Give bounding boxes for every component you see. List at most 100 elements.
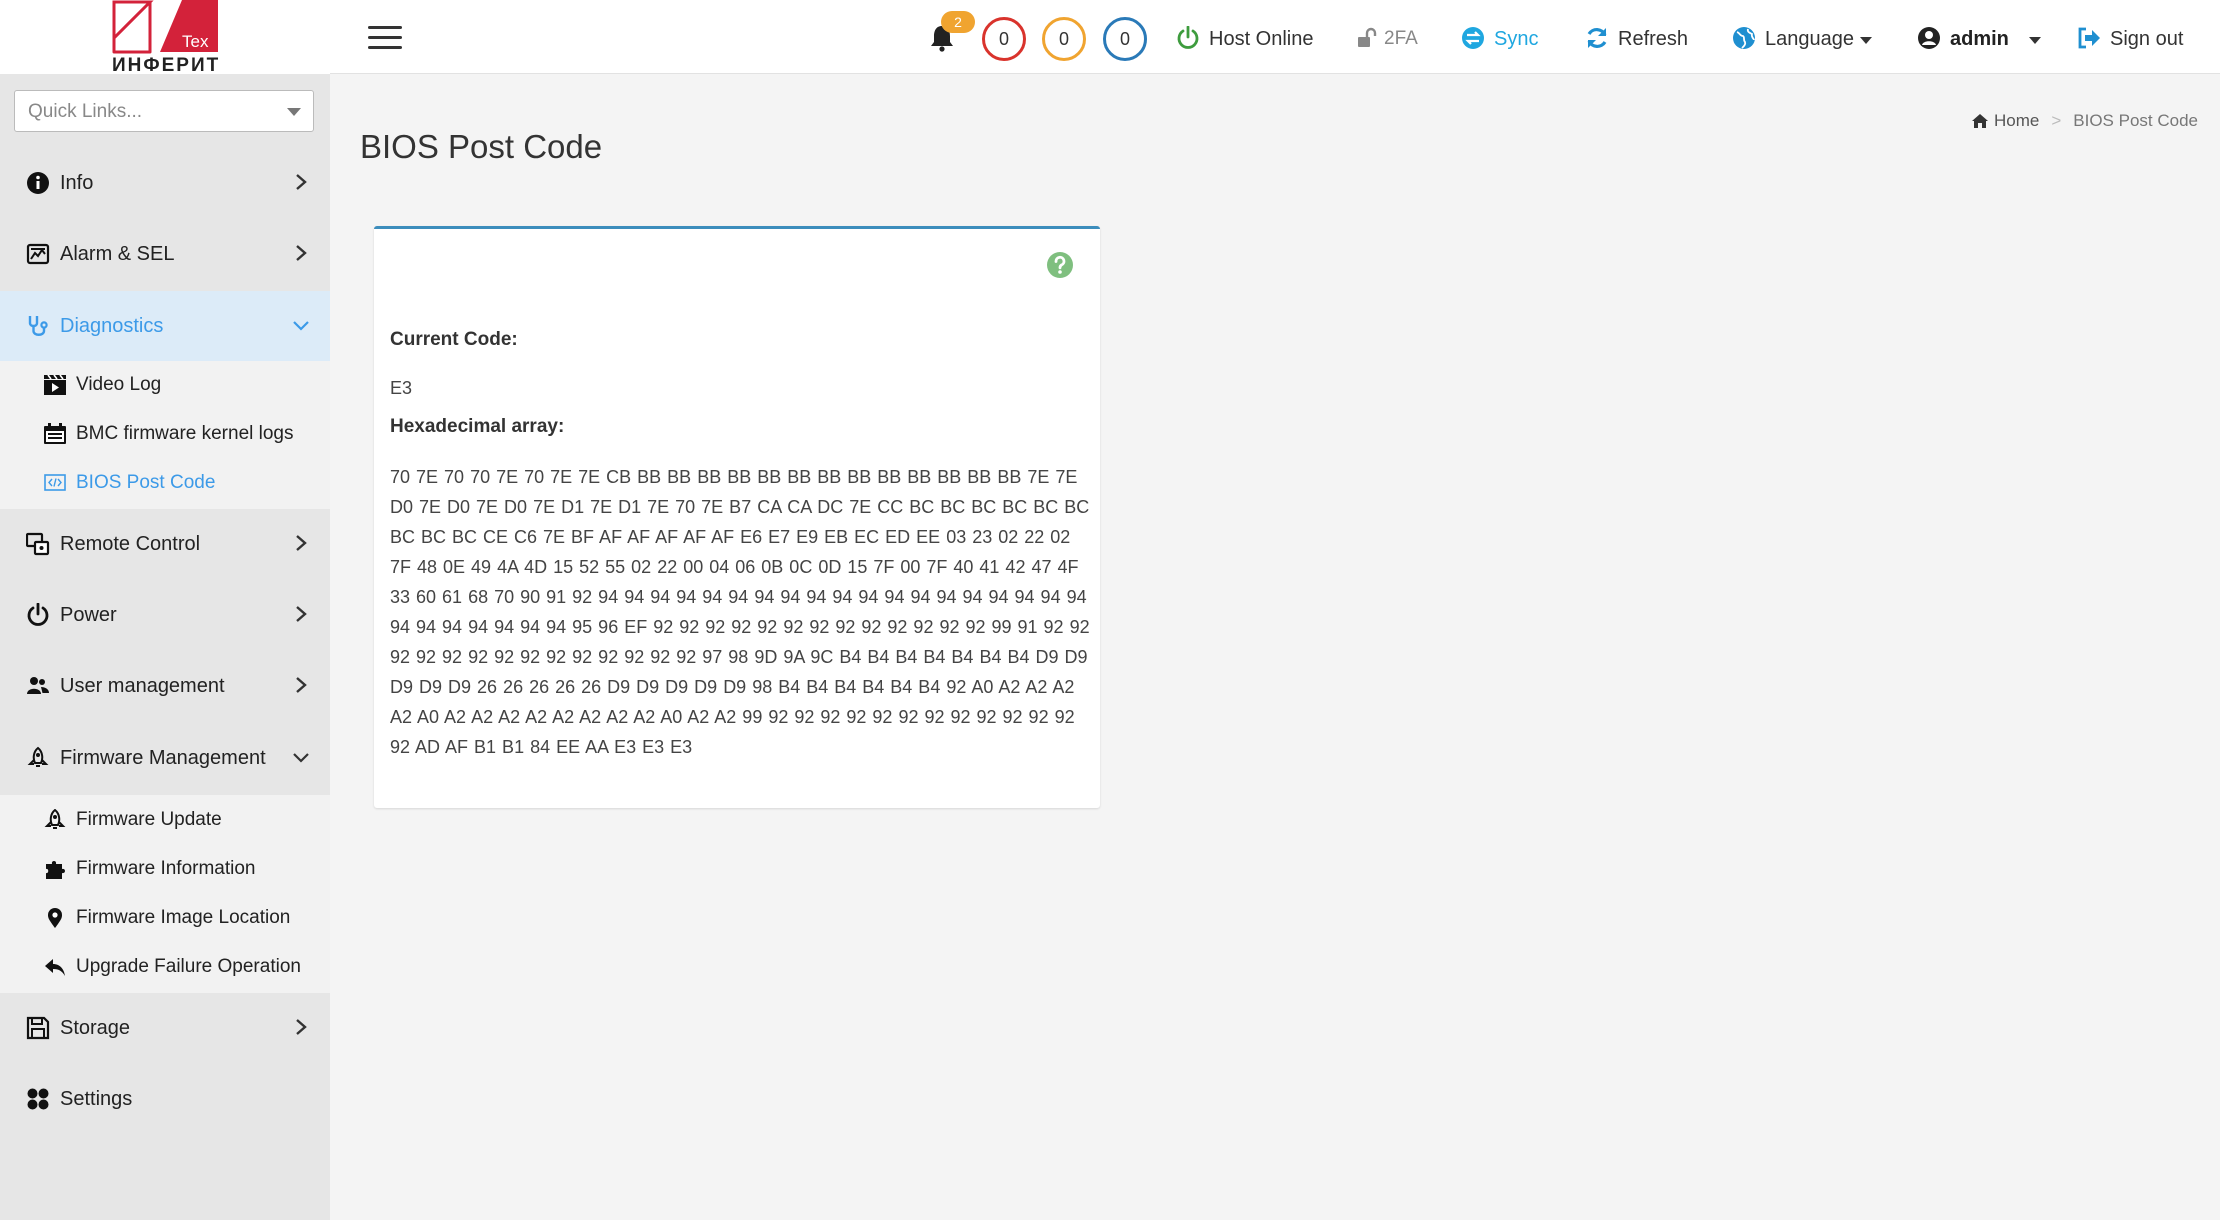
sidebar-item-firmware-management[interactable]: Firmware Management [0,723,330,793]
sidebar-item-video-log[interactable]: Video Log [0,361,330,409]
rocket-icon [44,809,66,829]
sidebar-item-label: Video Log [76,374,162,395]
rocket-icon [27,746,49,767]
refresh-label: Refresh [1618,28,1689,50]
breadcrumb-current: BIOS Post Code [2073,111,2198,130]
sidebar-item-label: Info [60,172,94,194]
home-icon [1971,114,1988,128]
user-name: admin [1950,28,2009,50]
user-circle-icon [1918,27,1940,49]
sidebar-item-remote-control[interactable]: Remote Control [0,509,330,579]
hamburger-icon [368,26,402,29]
menu-toggle-button[interactable] [368,26,402,50]
power-icon [27,603,49,626]
power-icon [1177,26,1199,49]
sync-icon [1462,27,1484,49]
quick-links-placeholder: Quick Links... [28,101,143,122]
caret-down-icon [2029,37,2041,44]
sidebar-item-label: User management [60,675,225,697]
chevron-right-icon [296,245,307,261]
sign-out-label: Sign out [2110,28,2184,50]
sidebar-item-settings[interactable]: Settings [0,1064,330,1134]
sidebar-item-label: Diagnostics [60,315,164,337]
sidebar-item-alarm-sel[interactable]: Alarm & SEL [0,219,330,289]
sidebar-item-user-management[interactable]: User management [0,651,330,721]
help-icon[interactable] [1046,251,1074,279]
host-status-text: Host Online [1209,28,1314,50]
sidebar-item-label: BMC firmware kernel logs [76,423,294,444]
notification-badge: 2 [941,11,975,33]
puzzle-icon [46,861,65,879]
brand-logo-icon: Tex [112,0,218,54]
warning-events-counter[interactable]: 0 [1042,17,1086,61]
chevron-down-icon [293,321,309,331]
sidebar-item-label: Storage [60,1017,131,1039]
breadcrumb: Home > BIOS Post Code [1971,111,2198,131]
video-clapper-icon [44,374,66,395]
sidebar: Tex ИНФЕРИТ Quick Links... Info Alarm & … [0,0,330,1220]
refresh-icon [1587,28,1607,48]
sidebar-item-label: Firmware Information [76,858,256,879]
sidebar-item-label: Firmware Update [76,809,222,830]
sign-out-icon [2078,27,2100,49]
critical-events-counter[interactable]: 0 [982,17,1026,61]
sidebar-item-info[interactable]: Info [0,148,330,218]
remote-control-icon [26,532,50,556]
page-title: BIOS Post Code [360,128,603,165]
sidebar-item-label: BIOS Post Code [76,472,216,493]
quick-links-select[interactable]: Quick Links... [14,90,314,132]
sidebar-item-label: Settings [60,1088,133,1110]
sidebar-item-storage[interactable]: Storage [0,993,330,1063]
settings-grid-icon [27,1088,49,1110]
chevron-down-icon [293,753,309,763]
current-code-value: E3 [390,378,413,398]
map-pin-icon [48,908,62,928]
globe-icon [1733,27,1755,49]
sidebar-item-label: Remote Control [60,533,201,555]
brand-name: ИНФЕРИТ [112,55,221,76]
bios-post-code-panel: Current Code: E3 Hexadecimal array: 70 7… [374,226,1100,808]
hex-array-label: Hexadecimal array: [390,416,565,437]
unlock-icon [1358,27,1377,47]
sidebar-item-firmware-image-location[interactable]: Firmware Image Location [0,894,330,942]
sidebar-item-upgrade-failure-operation[interactable]: Upgrade Failure Operation [0,943,330,991]
code-box-icon [44,474,66,491]
stethoscope-icon [28,316,48,336]
logo[interactable]: Tex ИНФЕРИТ [0,0,330,76]
breadcrumb-separator: > [2051,111,2062,130]
sync-label: Sync [1494,28,1539,50]
language-label: Language [1765,28,1854,50]
sidebar-item-bmc-kernel-logs[interactable]: BMC firmware kernel logs [0,410,330,458]
current-code-label: Current Code: [390,329,518,350]
chevron-right-icon [296,606,307,622]
sidebar-item-diagnostics[interactable]: Diagnostics [0,291,330,361]
sidebar-item-label: Power [60,604,117,626]
alarm-log-icon [26,243,50,265]
info-circle-icon [27,172,49,194]
sidebar-item-power[interactable]: Power [0,580,330,650]
sidebar-item-label: Firmware Image Location [76,907,291,928]
caret-down-icon [1860,37,1872,44]
users-icon [27,677,49,694]
info-events-counter[interactable]: 0 [1103,17,1147,61]
sidebar-item-bios-post-code[interactable]: BIOS Post Code [0,459,330,507]
breadcrumb-home-link[interactable]: Home [1994,111,2039,131]
floppy-disk-icon [26,1016,50,1040]
sidebar-item-label: Firmware Management [60,747,266,769]
reply-arrow-icon [45,959,65,976]
hex-array-value: 70 7E 70 70 7E 70 7E 7E CB BB BB BB BB B… [390,467,1090,757]
sidebar-item-firmware-information[interactable]: Firmware Information [0,845,330,893]
hamburger-bar [368,46,402,49]
brand-badge: Tex [182,32,209,51]
calendar-icon [44,423,66,444]
sidebar-item-label: Alarm & SEL [60,243,175,265]
chevron-right-icon [296,535,307,551]
chevron-right-icon [296,1019,307,1035]
chevron-right-icon [296,677,307,693]
hamburger-bar [368,36,402,39]
chevron-down-icon [287,108,301,116]
chevron-right-icon [296,174,307,190]
twofa-label: 2FA [1384,28,1418,49]
sidebar-item-firmware-update[interactable]: Firmware Update [0,796,330,844]
sidebar-item-label: Upgrade Failure Operation [76,956,301,977]
